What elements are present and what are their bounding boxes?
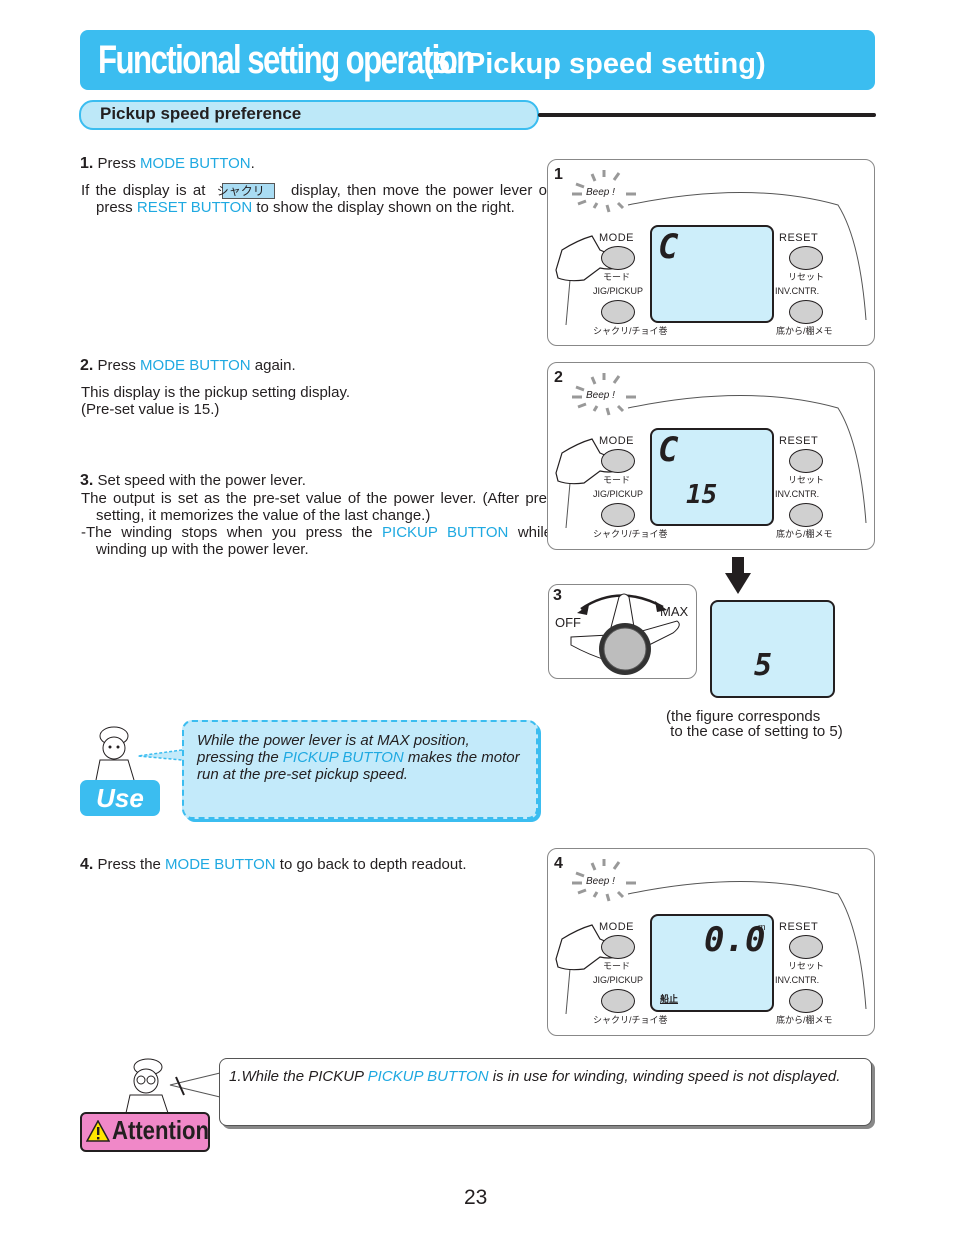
mode-label: MODE <box>599 921 634 933</box>
lcd-status: 船止 <box>660 994 679 1004</box>
reset-button[interactable] <box>789 449 823 473</box>
pickup-button-link: PICKUP BUTTON <box>367 1068 489 1085</box>
mode-label: MODE <box>599 435 634 447</box>
step-2-body-line2: (Pre-set value is 15.) <box>81 401 220 418</box>
jig-pickup-label: JIG/PICKUP <box>593 286 644 296</box>
page-number: 23 <box>464 1186 488 1209</box>
lcd-display: C 15 <box>650 428 774 526</box>
jig-pickup-jp-label: シャクリ/チョイ巻 <box>593 1015 668 1025</box>
lcd-value: 15 <box>686 480 718 510</box>
mode-button[interactable] <box>601 246 635 270</box>
mode-jp-label: モード <box>603 961 631 971</box>
section-title: Pickup speed preference <box>100 104 302 123</box>
step-3-heading: 3. Set speed with the power lever. <box>80 472 306 489</box>
reset-button-link: RESET BUTTON <box>136 199 253 216</box>
inv-cntr-button[interactable] <box>789 300 823 324</box>
reset-jp-label: リセット <box>788 475 825 485</box>
pickup-button-link: PICKUP BUTTON <box>382 524 509 541</box>
mode-button-link: MODE BUTTON <box>165 856 276 873</box>
lcd-display: C <box>650 225 774 323</box>
jig-pickup-jp-label: シャクリ/チョイ巻 <box>593 529 668 539</box>
reset-button[interactable] <box>789 246 823 270</box>
mode-button[interactable] <box>601 449 635 473</box>
reset-label: RESET <box>779 921 819 933</box>
lcd-display: 0.0 m 船止 <box>650 914 774 1012</box>
jig-pickup-button[interactable] <box>601 989 635 1013</box>
mode-jp-label: モード <box>603 475 631 485</box>
jig-pickup-button[interactable] <box>601 503 635 527</box>
warning-icon <box>86 1120 110 1142</box>
guide-character-icon <box>95 726 183 781</box>
step-2-body-line1: This display is the pickup setting displ… <box>81 384 351 401</box>
inv-cntr-jp-label: 底から/棚メモ <box>776 529 833 539</box>
inv-cntr-label: INV.CNTR. <box>775 975 820 985</box>
panel-step-4: 4 Beep ! MODE モード JIG/PICKUP シャクリ/チョイ巻 R… <box>547 848 875 1036</box>
mode-label: MODE <box>599 232 634 244</box>
lcd-display-step-3: 5 <box>710 600 835 698</box>
mode-button-link: MODE BUTTON <box>140 357 251 374</box>
mode-button[interactable] <box>601 935 635 959</box>
lcd-mode-indicator: C <box>658 227 679 267</box>
lcd-value: 5 <box>754 648 773 683</box>
reset-button[interactable] <box>789 935 823 959</box>
inv-cntr-label: INV.CNTR. <box>775 286 820 296</box>
panel-step-3-lever: 3 OFF MAX <box>548 584 697 679</box>
guide-character-attention-icon <box>125 1058 221 1114</box>
inv-cntr-label: INV.CNTR. <box>775 489 820 499</box>
figure-caption-line2: to the case of setting to 5) <box>666 723 843 740</box>
use-badge: Use <box>80 780 160 816</box>
lcd-mode-indicator: C <box>658 430 679 470</box>
step-1-heading: 1. Press MODE BUTTON. <box>80 155 255 172</box>
jig-pickup-label: JIG/PICKUP <box>593 489 644 499</box>
attention-callout-text: 1.While the PICKUP PICKUP BUTTON is in u… <box>229 1068 841 1085</box>
pickup-button-link: PICKUP BUTTON <box>282 749 404 766</box>
jig-display-chip: シャクリ <box>217 183 275 199</box>
beep-label: Beep ! <box>586 390 615 401</box>
inv-cntr-jp-label: 底から/棚メモ <box>776 1015 833 1025</box>
jig-pickup-button[interactable] <box>601 300 635 324</box>
beep-label: Beep ! <box>586 187 615 198</box>
mode-jp-label: モード <box>603 272 631 282</box>
reset-label: RESET <box>779 435 819 447</box>
beep-label: Beep ! <box>586 876 615 887</box>
page-title: Functional setting operation <box>98 38 475 82</box>
step-4-heading: 4. Press the MODE BUTTON to go back to d… <box>80 856 467 873</box>
step-3-body-1: The output is set as the pre-set value o… <box>81 490 552 524</box>
panel-step-2: 2 Beep ! MODE モード JIG/PICKUP シャクリ/チョイ巻 R… <box>547 362 875 550</box>
mode-button-link: MODE BUTTON <box>140 155 251 172</box>
reset-label: RESET <box>779 232 819 244</box>
arrow-down-icon <box>725 557 751 594</box>
lcd-depth-value: 0.0 <box>704 920 766 960</box>
jig-pickup-jp-label: シャクリ/チョイ巻 <box>593 326 668 336</box>
reset-jp-label: リセット <box>788 272 825 282</box>
inv-cntr-button[interactable] <box>789 503 823 527</box>
attention-label: Attention <box>112 1115 209 1145</box>
step-1-body: If the display is at シャクリ display, then … <box>81 182 552 216</box>
inv-cntr-jp-label: 底から/棚メモ <box>776 326 833 336</box>
step-2-heading: 2. Press MODE BUTTON again. <box>80 357 296 374</box>
lcd-unit: m <box>758 922 766 932</box>
panel-step-1: 1 Beep ! MODE モード JIG/PICKUP シャクリ/チョイ巻 R… <box>547 159 875 346</box>
page-subtitle: (5. Pickup speed setting) <box>424 48 766 80</box>
use-callout-text: While the power lever is at MAX position… <box>197 732 520 783</box>
step-3-body-2: -The winding stops when you press the PI… <box>81 524 553 558</box>
section-divider <box>538 113 876 117</box>
reset-jp-label: リセット <box>788 961 825 971</box>
power-lever-icon <box>570 593 680 675</box>
inv-cntr-button[interactable] <box>789 989 823 1013</box>
jig-pickup-label: JIG/PICKUP <box>593 975 644 985</box>
